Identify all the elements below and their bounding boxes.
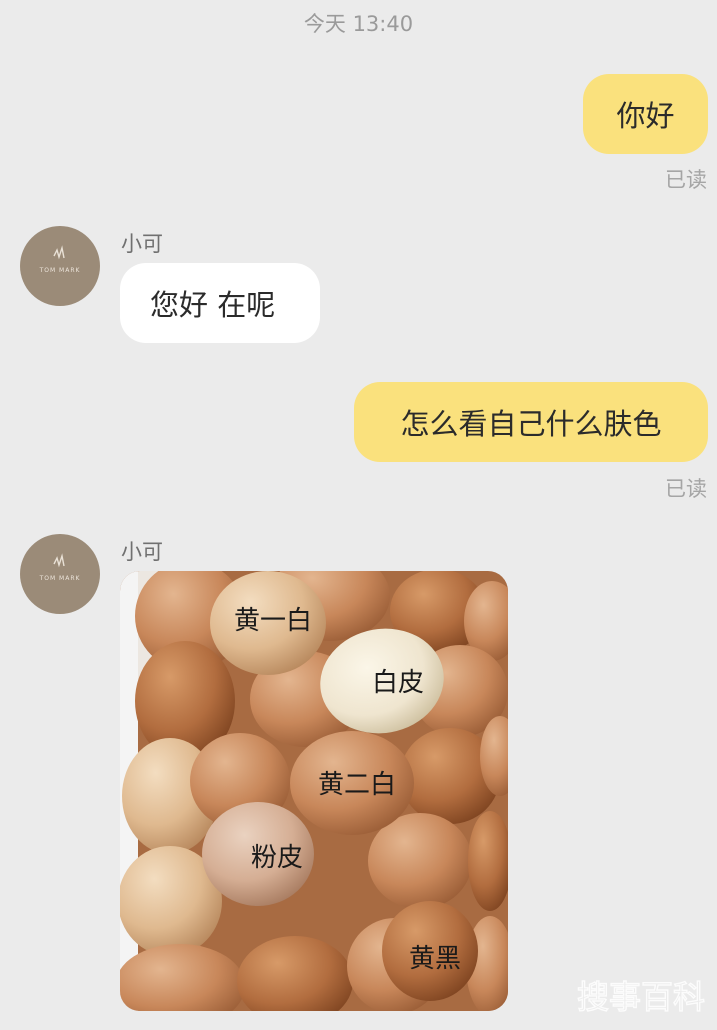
watermark-logo-icon: 搜事百科 (576, 977, 705, 1016)
watermark: 搜事百科 (571, 970, 711, 1022)
egg-label-bai-pi: 白皮 (372, 668, 424, 698)
message-text: 您好 在呢 (150, 288, 276, 322)
sender-name: 小可 (121, 540, 163, 564)
message-text: 你好 (616, 99, 675, 133)
incoming-message-bubble[interactable]: 您好 在呢 (120, 263, 320, 343)
egg-label-fen-pi: 粉皮 (251, 843, 303, 873)
watermark-text: 搜事百科 (577, 978, 705, 1016)
egg-label-huang-er-bai: 黄二白 (318, 770, 396, 800)
contact-avatar[interactable]: TOM MARK (20, 226, 100, 306)
egg-label-huang-hei: 黄黑 (409, 944, 461, 974)
read-status: 已读 (665, 168, 707, 192)
image-message[interactable]: 黄一白 白皮 黄二白 粉皮 黄黑 (120, 571, 508, 1011)
read-status: 已读 (665, 477, 707, 501)
avatar-logo-text: TOM MARK (39, 267, 81, 274)
eggs-photo: 黄一白 白皮 黄二白 粉皮 黄黑 (120, 571, 508, 1011)
contact-avatar[interactable]: TOM MARK (20, 534, 100, 614)
message-text: 怎么看自己什么肤色 (400, 407, 662, 441)
chat-timestamp: 今天 13:40 (303, 12, 414, 36)
avatar-logo-text: TOM MARK (39, 575, 81, 582)
outgoing-message-bubble[interactable]: 怎么看自己什么肤色 (354, 382, 708, 462)
outgoing-message-bubble[interactable]: 你好 (583, 74, 708, 154)
sender-name: 小可 (121, 232, 163, 256)
egg-label-huang-yi-bai: 黄一白 (234, 606, 312, 636)
